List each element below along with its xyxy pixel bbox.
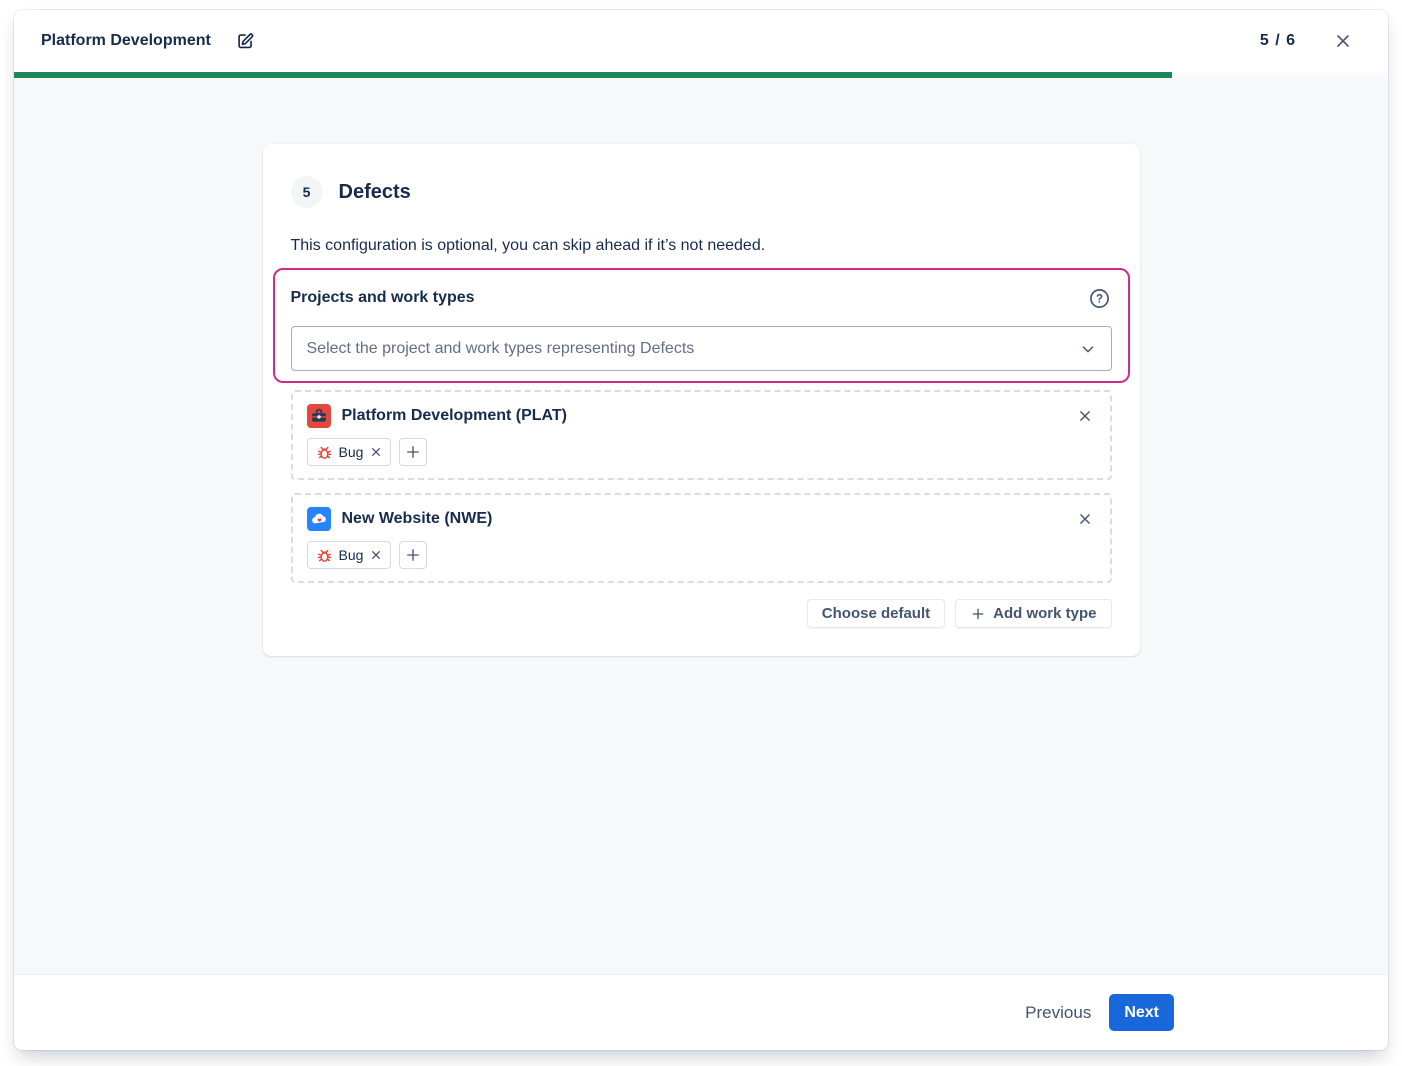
field-label: Projects and work types: [291, 289, 1088, 307]
project-name: New Website (NWE): [342, 510, 1074, 528]
next-button[interactable]: Next: [1109, 994, 1174, 1031]
remove-project-button[interactable]: [1074, 508, 1096, 530]
project-row: Platform Development (PLAT): [291, 390, 1112, 480]
step-description: This configuration is optional, you can …: [291, 236, 1112, 256]
toolbox-icon: [307, 404, 331, 428]
modal-header: Platform Development 5 / 6: [14, 10, 1388, 72]
close-icon: [369, 445, 383, 459]
project-select[interactable]: Select the project and work types repres…: [291, 326, 1112, 371]
field-label-row: Projects and work types ?: [291, 286, 1112, 310]
work-type-label: Bug: [339, 444, 364, 460]
select-placeholder: Select the project and work types repres…: [307, 340, 1079, 358]
add-work-type-chip-button[interactable]: [399, 438, 427, 466]
work-type-chip: Bug: [307, 541, 392, 569]
cloud-icon: [307, 507, 331, 531]
help-button[interactable]: ?: [1088, 286, 1112, 310]
step-number-badge: 5: [291, 176, 323, 208]
edit-title-button[interactable]: [233, 28, 259, 54]
project-row-header: New Website (NWE): [307, 505, 1096, 533]
project-row-header: Platform Development (PLAT): [307, 402, 1096, 430]
close-icon: [1076, 407, 1094, 425]
defects-step-card: 5 Defects This configuration is optional…: [263, 144, 1140, 656]
plus-icon: [404, 443, 422, 461]
bug-icon: [316, 547, 333, 564]
svg-text:?: ?: [1096, 293, 1103, 305]
choose-default-label: Choose default: [822, 605, 930, 622]
work-type-chips: Bug: [307, 438, 1096, 466]
flow-title: Platform Development: [41, 32, 211, 50]
plus-icon: [970, 606, 986, 622]
help-circle-icon: ?: [1089, 288, 1110, 309]
work-type-chips: Bug: [307, 541, 1096, 569]
work-type-label: Bug: [339, 547, 364, 563]
add-work-type-label: Add work type: [993, 605, 1096, 622]
card-actions: Choose default Add work type: [291, 599, 1112, 628]
close-icon: [1332, 30, 1354, 52]
close-icon: [1076, 510, 1094, 528]
previous-button[interactable]: Previous: [1015, 997, 1101, 1029]
project-name: Platform Development (PLAT): [342, 407, 1074, 425]
remove-work-type-button[interactable]: [369, 445, 383, 459]
remove-work-type-button[interactable]: [369, 548, 383, 562]
add-work-type-button[interactable]: Add work type: [955, 599, 1111, 628]
chevron-down-icon: [1079, 340, 1097, 358]
choose-default-button[interactable]: Choose default: [807, 599, 945, 628]
plus-icon: [404, 546, 422, 564]
step-indicator: 5 / 6: [1260, 32, 1296, 50]
close-icon: [369, 548, 383, 562]
add-work-type-chip-button[interactable]: [399, 541, 427, 569]
close-button[interactable]: [1330, 28, 1356, 54]
edit-pencil-icon: [235, 30, 257, 52]
setup-wizard-modal: Platform Development 5 / 6 5: [14, 10, 1388, 1050]
step-header: 5 Defects: [291, 176, 1112, 208]
projects-work-types-section: Projects and work types ? Select the pro…: [273, 268, 1130, 383]
remove-project-button[interactable]: [1074, 405, 1096, 427]
modal-footer: Previous Next: [14, 974, 1388, 1050]
modal-body: 5 Defects This configuration is optional…: [14, 78, 1388, 974]
step-title: Defects: [339, 181, 411, 204]
bug-icon: [316, 444, 333, 461]
project-row: New Website (NWE): [291, 493, 1112, 583]
work-type-chip: Bug: [307, 438, 392, 466]
